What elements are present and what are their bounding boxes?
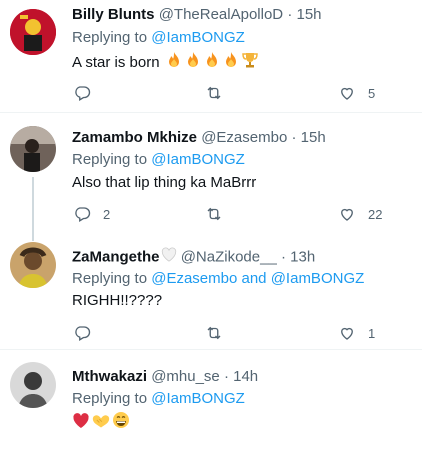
separator-dot: · — [291, 129, 297, 146]
tweet-text: Also that lip thing ka MaBrrr — [72, 173, 256, 193]
fire-emoji-icon — [184, 51, 202, 75]
timestamp[interactable]: 15h — [296, 6, 321, 23]
retweet-button[interactable] — [205, 84, 235, 102]
avatar-image — [10, 362, 56, 408]
display-name[interactable]: Mthwakazi — [72, 368, 147, 385]
replying-line: Replying to @IamBONGZ — [72, 28, 245, 48]
like-button[interactable]: 22 — [338, 205, 382, 223]
separator-dot: · — [223, 368, 229, 385]
replying-line: Replying to @Ezasembo and @IamBONGZ — [72, 269, 364, 289]
separator-dot: · — [280, 248, 286, 266]
grinning-face-emoji-icon — [112, 411, 130, 435]
replying-label: Replying to — [72, 390, 148, 407]
white-heart-icon — [161, 247, 177, 268]
like-count: 1 — [368, 325, 376, 341]
replying-line: Replying to @IamBONGZ — [72, 150, 245, 170]
timestamp[interactable]: 13h — [290, 248, 315, 265]
retweet-button[interactable] — [205, 324, 235, 342]
reply-icon — [75, 86, 91, 101]
like-button[interactable]: 1 — [338, 324, 375, 342]
timestamp[interactable]: 15h — [301, 129, 326, 146]
separator-dot: · — [287, 6, 293, 23]
fire-emoji-icon — [222, 51, 240, 75]
display-name[interactable]: ZaMangethe — [72, 248, 160, 265]
like-count: 22 — [368, 206, 383, 222]
like-button[interactable]: 5 — [338, 84, 375, 102]
retweet-icon — [207, 207, 221, 221]
tweet[interactable]: Zamambo Mkhize @Ezasembo · 15h Replying … — [0, 113, 422, 241]
reply-button[interactable] — [73, 84, 103, 102]
fire-emoji-icon — [165, 51, 183, 75]
like-icon — [341, 327, 353, 340]
like-icon — [341, 87, 353, 100]
retweet-icon — [207, 86, 221, 100]
red-heart-emoji-icon — [72, 412, 90, 435]
handle[interactable]: @TheRealApolloD — [159, 6, 283, 23]
mention-link[interactable]: @Ezasembo — [151, 270, 237, 287]
tweet-body: A star is born — [72, 53, 160, 71]
mention-link[interactable]: @IamBONGZ — [271, 270, 365, 287]
handshake-heart-emoji-icon — [91, 411, 111, 435]
mention-joiner: and — [241, 270, 267, 287]
tweet-text: RIGHH!!???? — [72, 291, 162, 311]
tweet-header: Mthwakazi @mhu_se · 14h — [72, 367, 258, 387]
tweet[interactable]: ZaMangethe @NaZikode__ · 13h Replying to… — [0, 227, 422, 347]
avatar-image — [10, 242, 56, 288]
tweet-body: Also that lip thing ka MaBrrr — [72, 174, 257, 191]
tweet-text: A star is born — [72, 51, 259, 75]
mention-link[interactable]: @IamBONGZ — [151, 390, 245, 407]
avatar[interactable] — [10, 362, 56, 408]
reply-button[interactable]: 2 — [73, 205, 110, 223]
retweet-button[interactable] — [205, 205, 235, 223]
tweet-text — [72, 411, 130, 435]
fire-emoji-icon — [203, 51, 221, 75]
tweet-header: Zamambo Mkhize @Ezasembo · 15h — [72, 128, 326, 148]
reply-button[interactable] — [73, 324, 103, 342]
avatar[interactable] — [10, 9, 56, 55]
display-name[interactable]: Billy Blunts — [72, 6, 155, 23]
tweet[interactable]: Mthwakazi @mhu_se · 14h Replying to @Iam… — [0, 350, 422, 467]
reply-icon — [75, 207, 91, 222]
display-name[interactable]: Zamambo Mkhize — [72, 129, 197, 146]
tweet-header: Billy Blunts @TheRealApolloD · 15h — [72, 5, 322, 25]
handle[interactable]: @mhu_se — [151, 368, 220, 385]
mention-link[interactable]: @IamBONGZ — [151, 151, 245, 168]
avatar-image — [10, 126, 56, 172]
avatar[interactable] — [10, 126, 56, 172]
trophy-emoji-icon — [241, 51, 259, 75]
retweet-icon — [207, 326, 221, 340]
handle[interactable]: @NaZikode__ — [181, 248, 277, 265]
replying-label: Replying to — [72, 29, 148, 46]
tweet[interactable]: Billy Blunts @TheRealApolloD · 15h Reply… — [0, 0, 422, 108]
like-count: 5 — [368, 85, 376, 101]
reply-icon — [75, 326, 91, 341]
like-icon — [341, 208, 353, 221]
avatar[interactable] — [10, 242, 56, 288]
replying-label: Replying to — [72, 151, 148, 168]
replying-line: Replying to @IamBONGZ — [72, 389, 245, 409]
tweet-header: ZaMangethe @NaZikode__ · 13h — [72, 247, 315, 268]
tweet-body: RIGHH!!???? — [72, 292, 163, 309]
reply-count: 2 — [103, 206, 111, 222]
handle[interactable]: @Ezasembo — [201, 129, 287, 146]
replying-label: Replying to — [72, 270, 148, 287]
timestamp[interactable]: 14h — [233, 368, 258, 385]
mention-link[interactable]: @IamBONGZ — [151, 29, 245, 46]
avatar-image — [10, 9, 56, 55]
